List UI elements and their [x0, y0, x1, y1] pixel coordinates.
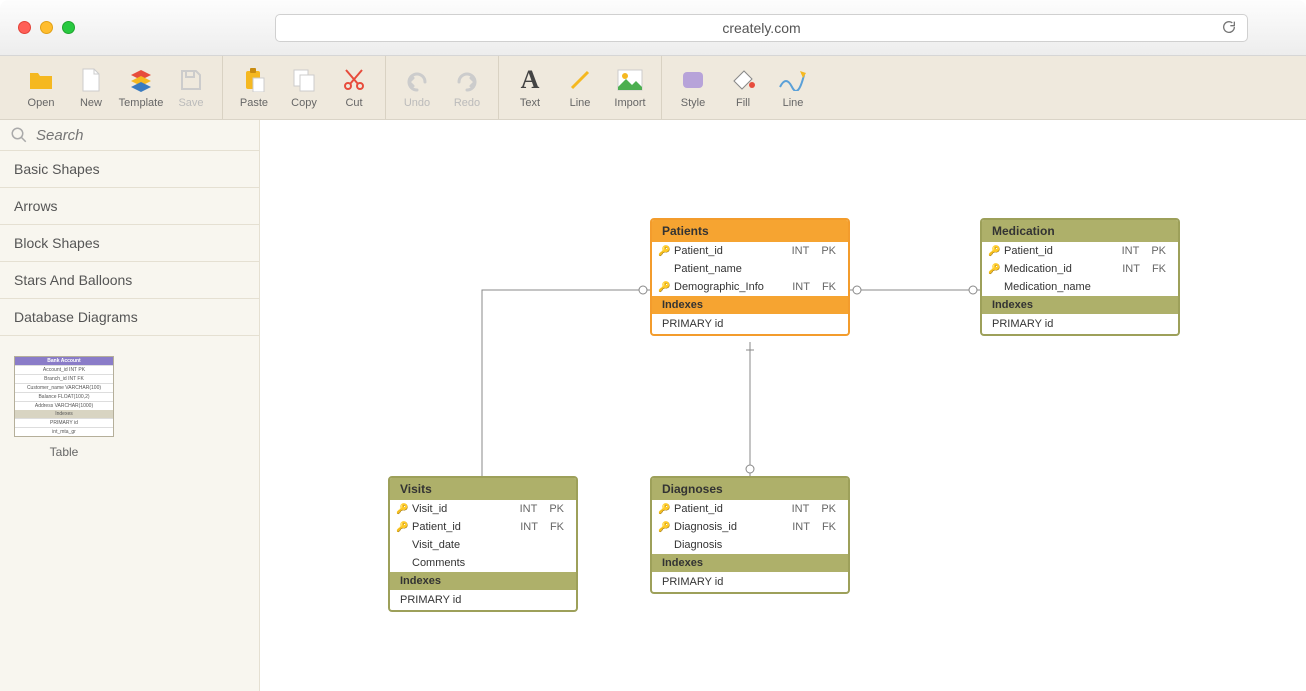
copy-icon	[279, 67, 329, 93]
save-icon	[166, 67, 216, 93]
copy-button[interactable]: Copy	[279, 67, 329, 109]
main-toolbar: Open New Template Save Paste Copy Cut Un…	[0, 56, 1306, 120]
table-row: Patient_name	[652, 260, 848, 278]
shape-table-sample[interactable]: Bank Account Account_id INT PK Branch_id…	[14, 356, 114, 459]
category-arrows[interactable]: Arrows	[0, 188, 259, 225]
shape-caption: Table	[14, 445, 114, 459]
undo-button[interactable]: Undo	[392, 67, 442, 109]
entity-patients[interactable]: Patients 🔑Patient_idINTPK Patient_name 🔑…	[650, 218, 850, 336]
line-tool-button[interactable]: Line	[555, 67, 605, 109]
new-button[interactable]: New	[66, 67, 116, 109]
line-icon	[555, 67, 605, 93]
undo-icon	[392, 67, 442, 93]
reload-icon[interactable]	[1221, 19, 1237, 38]
diagram-canvas[interactable]: Patients 🔑Patient_idINTPK Patient_name 🔑…	[260, 120, 1306, 691]
import-icon	[605, 67, 655, 93]
paste-button[interactable]: Paste	[229, 67, 279, 109]
entity-title: Diagnoses	[652, 478, 848, 500]
search-box[interactable]	[0, 120, 259, 151]
style-button[interactable]: Style	[668, 67, 718, 109]
text-icon: A	[505, 67, 555, 93]
table-row: 🔑Patient_idINTPK	[982, 242, 1178, 260]
save-button[interactable]: Save	[166, 67, 216, 109]
table-row: Diagnosis	[652, 536, 848, 554]
maximize-window-icon[interactable]	[62, 21, 75, 34]
style-icon	[668, 67, 718, 93]
entity-title: Medication	[982, 220, 1178, 242]
table-row: 🔑Visit_idINTPK	[390, 500, 576, 518]
entity-title: Visits	[390, 478, 576, 500]
url-bar[interactable]: creately.com	[275, 14, 1248, 42]
redo-button[interactable]: Redo	[442, 67, 492, 109]
cut-icon	[329, 67, 379, 93]
search-input[interactable]	[36, 127, 249, 144]
cut-button[interactable]: Cut	[329, 67, 379, 109]
table-row: 🔑Patient_idINTPK	[652, 242, 848, 260]
table-row: 🔑Demographic_InfoINTFK	[652, 278, 848, 296]
table-row: Comments	[390, 554, 576, 572]
close-window-icon[interactable]	[18, 21, 31, 34]
url-text: creately.com	[722, 20, 800, 36]
text-button[interactable]: AText	[505, 67, 555, 109]
browser-titlebar: creately.com	[0, 0, 1306, 56]
paste-icon	[229, 67, 279, 93]
import-button[interactable]: Import	[605, 67, 655, 109]
entity-medication[interactable]: Medication 🔑Patient_idINTPK 🔑Medication_…	[980, 218, 1180, 336]
fill-icon	[718, 67, 768, 93]
category-stars-balloons[interactable]: Stars And Balloons	[0, 262, 259, 299]
table-row: 🔑Patient_idINTFK	[390, 518, 576, 536]
entity-visits[interactable]: Visits 🔑Visit_idINTPK 🔑Patient_idINTFK V…	[388, 476, 578, 612]
folder-icon	[16, 67, 66, 93]
line-style-button[interactable]: Line	[768, 67, 818, 109]
new-doc-icon	[66, 67, 116, 93]
fill-button[interactable]: Fill	[718, 67, 768, 109]
window-controls	[18, 21, 75, 34]
template-icon	[116, 67, 166, 93]
entity-title: Patients	[652, 220, 848, 242]
table-row: 🔑Diagnosis_idINTFK	[652, 518, 848, 536]
table-row: 🔑Patient_idINTPK	[652, 500, 848, 518]
minimize-window-icon[interactable]	[40, 21, 53, 34]
search-icon	[10, 126, 28, 144]
category-block-shapes[interactable]: Block Shapes	[0, 225, 259, 262]
entity-diagnoses[interactable]: Diagnoses 🔑Patient_idINTPK 🔑Diagnosis_id…	[650, 476, 850, 594]
template-button[interactable]: Template	[116, 67, 166, 109]
shapes-sidebar: Basic Shapes Arrows Block Shapes Stars A…	[0, 120, 260, 691]
category-database-diagrams[interactable]: Database Diagrams	[0, 299, 259, 336]
category-basic-shapes[interactable]: Basic Shapes	[0, 151, 259, 188]
line-style-icon	[768, 67, 818, 93]
redo-icon	[442, 67, 492, 93]
table-row: Visit_date	[390, 536, 576, 554]
table-row: 🔑Medication_idINTFK	[982, 260, 1178, 278]
open-button[interactable]: Open	[16, 67, 66, 109]
table-row: Medication_name	[982, 278, 1178, 296]
